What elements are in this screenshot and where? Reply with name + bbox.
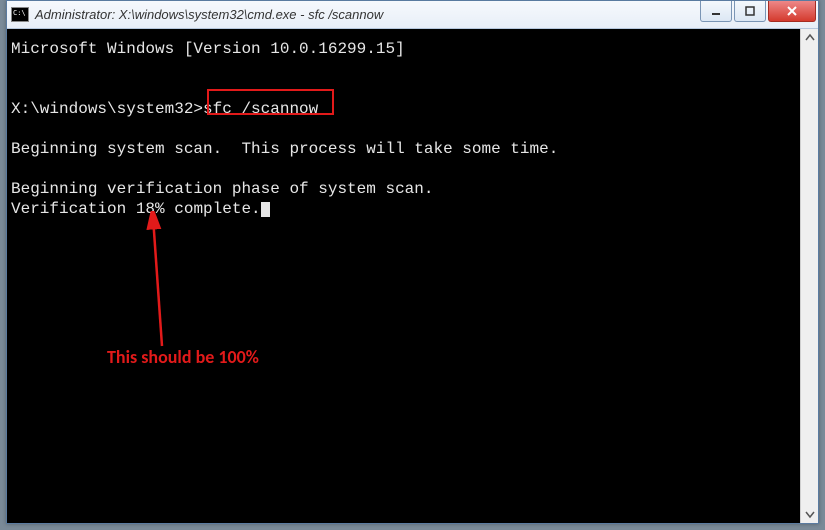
beginscan-line: Beginning system scan. This process will… [11, 140, 558, 158]
command-text: sfc /scannow [203, 100, 318, 118]
prompt-text: X:\windows\system32> [11, 100, 203, 118]
chevron-up-icon[interactable] [802, 29, 818, 47]
console-area: Microsoft Windows [Version 10.0.16299.15… [7, 29, 818, 523]
progress-prefix: Verification [11, 200, 136, 218]
annotation-text: This should be 100% [107, 347, 259, 367]
annotation-arrow [142, 211, 182, 351]
minimize-icon [710, 5, 722, 17]
vertical-scrollbar[interactable] [800, 29, 818, 523]
minimize-button[interactable] [700, 1, 732, 22]
maximize-icon [744, 5, 756, 17]
beginverify-line: Beginning verification phase of system s… [11, 180, 433, 198]
console-output[interactable]: Microsoft Windows [Version 10.0.16299.15… [7, 29, 800, 523]
close-icon [785, 4, 799, 18]
text-cursor [261, 202, 270, 217]
progress-suffix: complete. [165, 200, 261, 218]
maximize-button[interactable] [734, 1, 766, 22]
chevron-down-icon[interactable] [802, 505, 818, 523]
progress-percent: 18% [136, 200, 165, 218]
close-button[interactable] [768, 1, 816, 22]
cmd-icon [11, 7, 29, 22]
version-line: Microsoft Windows [Version 10.0.16299.15… [11, 40, 405, 58]
window-title: Administrator: X:\windows\system32\cmd.e… [35, 7, 383, 22]
cmd-window: Administrator: X:\windows\system32\cmd.e… [6, 0, 819, 524]
window-buttons [700, 1, 818, 28]
titlebar[interactable]: Administrator: X:\windows\system32\cmd.e… [7, 1, 818, 29]
